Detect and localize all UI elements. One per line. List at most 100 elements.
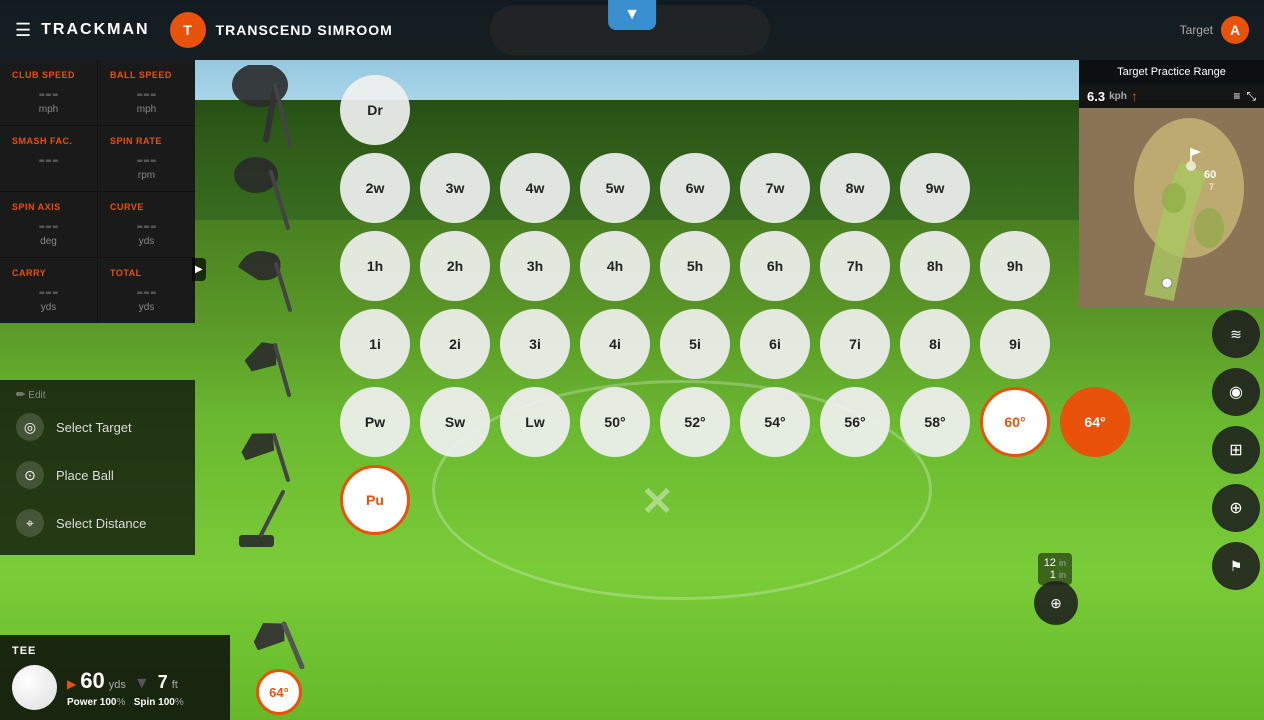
club-btn-6h[interactable]: 6h xyxy=(740,231,810,301)
club-btn-3i[interactable]: 3i xyxy=(500,309,570,379)
club-speed-value: --- xyxy=(39,83,59,105)
club-btn-7h[interactable]: 7h xyxy=(820,231,890,301)
curve-label: CURVE xyxy=(110,202,183,212)
target-label: Target xyxy=(1180,23,1213,37)
carry-box: CARRY --- yds xyxy=(0,258,97,323)
club-btn-3w[interactable]: 3w xyxy=(420,153,490,223)
panel-expand-button[interactable]: ▶ xyxy=(192,258,206,281)
club-btn-8w[interactable]: 8w xyxy=(820,153,890,223)
hybrid-image xyxy=(220,232,310,317)
tee-distance-value: 60 xyxy=(80,668,104,694)
club-btn-64[interactable]: 64° xyxy=(1060,387,1130,457)
club-btn-8h[interactable]: 8h xyxy=(900,231,970,301)
mini-map-panel: Target Practice Range 6.3 kph ↑ ≡ ⤡ xyxy=(1079,60,1264,308)
club-btn-2i[interactable]: 2i xyxy=(420,309,490,379)
club-btn-52[interactable]: 52° xyxy=(660,387,730,457)
total-unit: yds xyxy=(110,302,183,313)
club-btn-5i[interactable]: 5i xyxy=(660,309,730,379)
club-btn-7w[interactable]: 7w xyxy=(740,153,810,223)
mini-map-dist-value: 6.3 xyxy=(1087,89,1105,104)
club-btn-50[interactable]: 50° xyxy=(580,387,650,457)
club-btn-pu[interactable]: Pu xyxy=(340,465,410,535)
place-ball-label: Place Ball xyxy=(56,468,114,483)
club-btn-60[interactable]: 60° xyxy=(980,387,1050,457)
room-name: TRANSCEND SIMROOM xyxy=(216,22,393,38)
club-btn-2w[interactable]: 2w xyxy=(340,153,410,223)
smash-fac-label: SMASH FAC. xyxy=(12,136,85,146)
club-btn-7i[interactable]: 7i xyxy=(820,309,890,379)
spin-rate-box: SPIN RATE --- rpm xyxy=(98,126,195,191)
club-btn-1i[interactable]: 1i xyxy=(340,309,410,379)
select-target-label: Select Target xyxy=(56,420,132,435)
map-layers-icon[interactable]: ≡ xyxy=(1233,89,1240,104)
target-aim-button[interactable]: ⊕ xyxy=(1212,484,1260,532)
ball-speed-unit: mph xyxy=(110,104,183,115)
curve-unit: yds xyxy=(110,236,183,247)
expand-map-icon[interactable]: ⊕ xyxy=(1034,581,1078,625)
carry-unit: yds xyxy=(12,302,85,313)
svg-text:7: 7 xyxy=(1209,182,1214,192)
select-distance-item[interactable]: ⌖ Select Distance xyxy=(0,499,195,547)
spin-rate-label: SPIN RATE xyxy=(110,136,183,146)
mini-map-dist-unit: kph xyxy=(1109,91,1127,102)
map-expand-icon[interactable]: ⤡ xyxy=(1246,89,1256,104)
club-btn-9h[interactable]: 9h xyxy=(980,231,1050,301)
club-btn-4w[interactable]: 4w xyxy=(500,153,570,223)
club-btn-sw[interactable]: Sw xyxy=(420,387,490,457)
club-btn-3h[interactable]: 3h xyxy=(500,231,570,301)
club-btn-58[interactable]: 58° xyxy=(900,387,970,457)
club-btn-2h[interactable]: 2h xyxy=(420,231,490,301)
menu-icon[interactable]: ☰ xyxy=(15,20,31,41)
wind-button[interactable]: ≋ xyxy=(1212,310,1260,358)
club-speed-unit: mph xyxy=(12,104,85,115)
map-expand-button[interactable]: ⊕ xyxy=(1034,581,1078,625)
club-btn-pw[interactable]: Pw xyxy=(340,387,410,457)
driver-row: Dr xyxy=(340,75,1184,145)
smash-fac-value: --- xyxy=(39,149,59,171)
curve-value: --- xyxy=(137,215,157,237)
club-btn-8i[interactable]: 8i xyxy=(900,309,970,379)
tee-distance-display: ▶ 60 yds ▼ 7 ft xyxy=(67,668,218,694)
select-target-item[interactable]: ◎ Select Target xyxy=(0,403,195,451)
flag-button[interactable]: ⚑ xyxy=(1212,542,1260,590)
course-map-svg: 60 7 xyxy=(1079,108,1264,308)
irons-row: 1i 2i 3i 4i 5i 6i 7i 8i 9i xyxy=(340,309,1184,379)
club-selection-grid: Dr 2w 3w 4w 5w 6w 7w 8w 9w 1h 2h 3h 4h 5… xyxy=(340,75,1184,543)
club-btn-4i[interactable]: 4i xyxy=(580,309,650,379)
edit-label: ✏ Edit xyxy=(0,388,195,403)
club-btn-dr[interactable]: Dr xyxy=(340,75,410,145)
place-ball-item[interactable]: ⊙ Place Ball xyxy=(0,451,195,499)
stats-panel: CLUB SPEED --- mph BALL SPEED --- mph SM… xyxy=(0,60,195,323)
hybrids-row: 1h 2h 3h 4h 5h 6h 7h 8h 9h xyxy=(340,231,1184,301)
club-btn-4h[interactable]: 4h xyxy=(580,231,650,301)
tee-content: ▶ 60 yds ▼ 7 ft Power 100% Spin 100% xyxy=(12,665,218,710)
ball-speed-label: BALL SPEED xyxy=(110,70,183,80)
club-btn-6i[interactable]: 6i xyxy=(740,309,810,379)
wedges-row: Pw Sw Lw 50° 52° 54° 56° 58° 60° 64° xyxy=(340,387,1184,457)
club-speed-box: CLUB SPEED --- mph xyxy=(0,60,97,125)
total-box: TOTAL --- yds xyxy=(98,258,195,323)
selected-club-label-bottom: 64° xyxy=(256,669,302,715)
club-btn-5w[interactable]: 5w xyxy=(580,153,650,223)
grid-button[interactable]: ⊞ xyxy=(1212,426,1260,474)
tee-label: TEE xyxy=(12,645,218,657)
club-btn-9w[interactable]: 9w xyxy=(900,153,970,223)
trackman-logo: TRACKMAN xyxy=(41,21,149,39)
camera-view-button[interactable]: ◉ xyxy=(1212,368,1260,416)
putter-image xyxy=(220,487,310,572)
spin-rate-unit: rpm xyxy=(110,170,183,181)
club-btn-56[interactable]: 56° xyxy=(820,387,890,457)
club-btn-54[interactable]: 54° xyxy=(740,387,810,457)
distance-yds: 12 in xyxy=(1044,557,1066,569)
club-speed-label: CLUB SPEED xyxy=(12,70,85,80)
top-dropdown-button[interactable]: ▼ xyxy=(608,0,656,30)
club-btn-lw[interactable]: Lw xyxy=(500,387,570,457)
tee-height-unit: ft xyxy=(172,679,178,691)
smash-fac-box: SMASH FAC. --- xyxy=(0,126,97,191)
selected-club-silhouette xyxy=(244,589,314,669)
club-btn-5h[interactable]: 5h xyxy=(660,231,730,301)
club-btn-6w[interactable]: 6w xyxy=(660,153,730,223)
right-actions-panel: ≋ ◉ ⊞ ⊕ ⚑ xyxy=(1212,310,1260,590)
club-btn-9i[interactable]: 9i xyxy=(980,309,1050,379)
club-btn-1h[interactable]: 1h xyxy=(340,231,410,301)
